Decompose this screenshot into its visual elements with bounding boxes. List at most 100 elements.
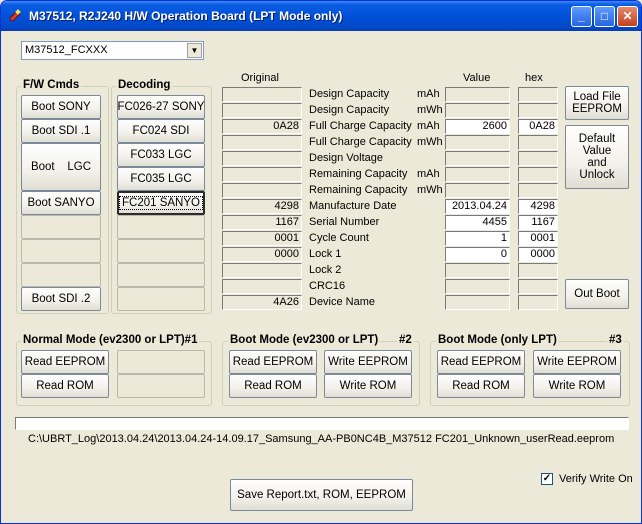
normal-blank-button[interactable]: [117, 350, 205, 374]
decode-blank-button[interactable]: [117, 287, 205, 311]
value-field[interactable]: [445, 279, 510, 294]
boot2-read-rom-button[interactable]: Read ROM: [229, 374, 317, 398]
row-label: Full Charge Capacity: [309, 136, 412, 148]
row-label: Manufacture Date: [309, 200, 397, 212]
hex-column-header: hex: [525, 72, 543, 84]
decode-fc201-sanyo-button[interactable]: FC201 SANYO: [117, 191, 205, 215]
hex-cell: [518, 151, 558, 166]
original-cell: [222, 167, 302, 182]
row-label: Design Voltage: [309, 152, 383, 164]
value-field[interactable]: 4455: [445, 215, 510, 230]
boot3-read-rom-button[interactable]: Read ROM: [437, 374, 525, 398]
normal-mode-label: Normal Mode (ev2300 or LPT)#1: [21, 334, 200, 346]
boot-mode-3-number: #3: [607, 334, 624, 346]
verify-write-checkbox[interactable]: ✓: [541, 473, 553, 485]
default-value-unlock-button[interactable]: Default Value and Unlock: [565, 125, 629, 189]
value-field[interactable]: 2600: [445, 119, 510, 134]
hex-cell: [518, 103, 558, 118]
save-report-button[interactable]: Save Report.txt, ROM, EEPROM: [230, 479, 413, 511]
boot-mode-2-number: #2: [397, 334, 414, 346]
row-label: Cycle Count: [309, 232, 369, 244]
boot2-write-rom-button[interactable]: Write ROM: [324, 374, 412, 398]
fw-cmd-blank-button[interactable]: [21, 215, 101, 239]
hex-cell: [518, 279, 558, 294]
row-label: Design Capacity: [309, 104, 390, 116]
device-select[interactable]: M37512_FCXXX ▼: [21, 41, 204, 60]
minimize-button[interactable]: _: [571, 6, 592, 27]
value-column-header: Value: [463, 72, 491, 84]
row-unit: mWh: [417, 136, 443, 148]
value-field[interactable]: [445, 103, 510, 118]
original-cell: [222, 87, 302, 102]
boot-sdi-1-button[interactable]: Boot SDI .1: [21, 119, 101, 143]
original-cell: 4298: [222, 199, 302, 214]
row-label: Remaining Capacity: [309, 184, 408, 196]
boot3-read-eeprom-button[interactable]: Read EEPROM: [437, 350, 525, 374]
window-title: M37512, R2J240 H/W Operation Board (LPT …: [29, 9, 343, 23]
boot2-write-eeprom-button[interactable]: Write EEPROM: [324, 350, 412, 374]
boot3-write-rom-button[interactable]: Write ROM: [533, 374, 621, 398]
original-cell: [222, 279, 302, 294]
normal-read-rom-button[interactable]: Read ROM: [21, 374, 109, 398]
boot2-read-eeprom-button[interactable]: Read EEPROM: [229, 350, 317, 374]
row-unit: mAh: [417, 120, 440, 132]
row-label: Design Capacity: [309, 88, 390, 100]
normal-blank-button[interactable]: [117, 374, 205, 398]
original-cell: [222, 103, 302, 118]
value-field[interactable]: [445, 135, 510, 150]
row-label: Lock 2: [309, 264, 342, 276]
value-field[interactable]: [445, 263, 510, 278]
out-boot-button[interactable]: Out Boot: [565, 279, 629, 309]
close-button[interactable]: ✕: [617, 6, 638, 27]
fw-cmds-label: F/W Cmds: [21, 79, 82, 91]
value-field[interactable]: [445, 295, 510, 310]
row-unit: mWh: [417, 184, 443, 196]
value-field[interactable]: [445, 87, 510, 102]
boot-sdi-2-button[interactable]: Boot SDI .2: [21, 287, 101, 311]
original-cell: 0000: [222, 247, 302, 262]
row-label: Remaining Capacity: [309, 168, 408, 180]
decode-fc026-sony-button[interactable]: FC026-27 SONY: [117, 95, 205, 119]
original-cell: 0A28: [222, 119, 302, 134]
boot-mode-3-label: Boot Mode (only LPT): [436, 334, 559, 346]
app-icon: [9, 9, 21, 22]
title-bar[interactable]: M37512, R2J240 H/W Operation Board (LPT …: [1, 1, 641, 31]
normal-read-eeprom-button[interactable]: Read EEPROM: [21, 350, 109, 374]
boot-sanyo-button[interactable]: Boot SANYO: [21, 191, 101, 215]
original-cell: [222, 135, 302, 150]
hex-cell: 0001: [518, 231, 558, 246]
hex-cell: 4298: [518, 199, 558, 214]
hex-cell: [518, 295, 558, 310]
device-select-value: M37512_FCXXX: [25, 44, 108, 56]
value-field[interactable]: 1: [445, 231, 510, 246]
load-file-eeprom-button[interactable]: Load File EEPROM: [565, 86, 629, 120]
boot-sony-button[interactable]: Boot SONY: [21, 95, 101, 119]
value-field[interactable]: [445, 183, 510, 198]
hex-cell: [518, 183, 558, 198]
decode-fc024-sdi-button[interactable]: FC024 SDI: [117, 119, 205, 143]
maximize-button[interactable]: □: [594, 6, 615, 27]
original-cell: [222, 151, 302, 166]
fw-cmd-blank-button[interactable]: [21, 263, 101, 287]
boot-lgc-button[interactable]: Boot LGC: [21, 143, 101, 191]
boot3-write-eeprom-button[interactable]: Write EEPROM: [533, 350, 621, 374]
original-cell: [222, 183, 302, 198]
decoding-label: Decoding: [116, 79, 173, 91]
chevron-down-icon[interactable]: ▼: [187, 43, 202, 58]
row-label: CRC16: [309, 280, 346, 292]
value-field[interactable]: 2013.04.24: [445, 199, 510, 214]
hex-cell: [518, 87, 558, 102]
decode-blank-button[interactable]: [117, 263, 205, 287]
decode-blank-button[interactable]: [117, 215, 205, 239]
decode-fc033-lgc-button[interactable]: FC033 LGC: [117, 143, 205, 167]
value-field[interactable]: [445, 167, 510, 182]
decode-fc035-lgc-button[interactable]: FC035 LGC: [117, 167, 205, 191]
original-column-header: Original: [241, 72, 279, 84]
boot-mode-2-label: Boot Mode (ev2300 or LPT): [228, 334, 381, 346]
row-unit: mAh: [417, 88, 440, 100]
fw-cmd-blank-button[interactable]: [21, 239, 101, 263]
value-field[interactable]: [445, 151, 510, 166]
value-field[interactable]: 0: [445, 247, 510, 262]
progress-bar: [15, 417, 629, 430]
decode-blank-button[interactable]: [117, 239, 205, 263]
